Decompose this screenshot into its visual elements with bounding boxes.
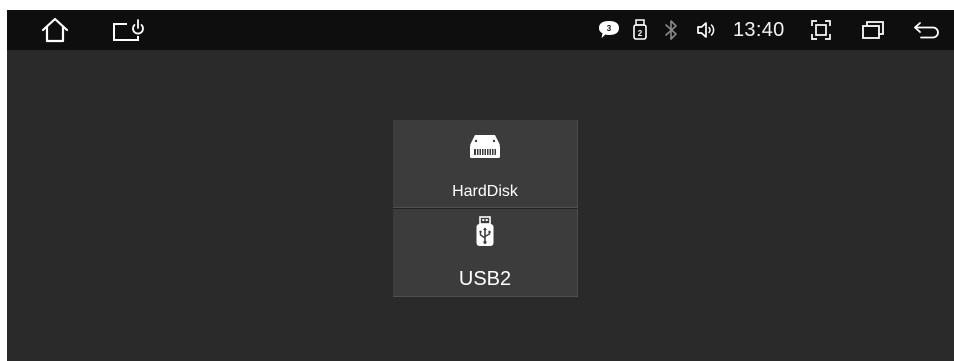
volume-indicator [694, 19, 718, 41]
screen-off-button[interactable] [109, 16, 145, 44]
recent-apps-icon [862, 21, 884, 39]
bluetooth-icon [665, 20, 677, 40]
storage-item-icon-wrap [393, 133, 577, 159]
chat-bubble-icon: 3 [599, 21, 619, 38]
storage-item-label: HardDisk [452, 183, 518, 200]
usb-storage-indicator: 2 [631, 18, 649, 42]
screen: 3 2 13:40 HardDisk USB2 [7, 10, 954, 361]
storage-item-label: USB2 [458, 268, 512, 290]
file-browser-content: HardDisk USB2 [7, 50, 954, 361]
back-icon [914, 22, 939, 39]
harddisk-icon [470, 135, 500, 158]
usb-drive-icon [476, 216, 494, 246]
storage-item-icon-wrap [393, 216, 577, 248]
home-button[interactable] [38, 14, 72, 46]
clock: 13:40 [733, 19, 785, 41]
notification-count: 3 [607, 24, 612, 33]
usb-storage-count: 2 [638, 29, 643, 38]
recent-apps-button[interactable] [859, 17, 887, 43]
notification-indicator[interactable]: 3 [597, 19, 621, 41]
storage-item-usb2[interactable]: USB2 [393, 208, 578, 297]
screenshot-icon [811, 20, 831, 40]
home-icon [41, 17, 69, 43]
screen-power-icon [113, 19, 144, 41]
storage-device-list: HardDisk USB2 [393, 120, 578, 297]
volume-icon [697, 22, 715, 38]
bluetooth-indicator [663, 18, 679, 42]
storage-item-harddisk[interactable]: HardDisk [393, 120, 578, 208]
screenshot-button[interactable] [808, 17, 834, 43]
back-button[interactable] [911, 18, 943, 42]
usb-storage-icon: 2 [633, 19, 647, 40]
status-bar: 3 2 13:40 [7, 10, 954, 50]
